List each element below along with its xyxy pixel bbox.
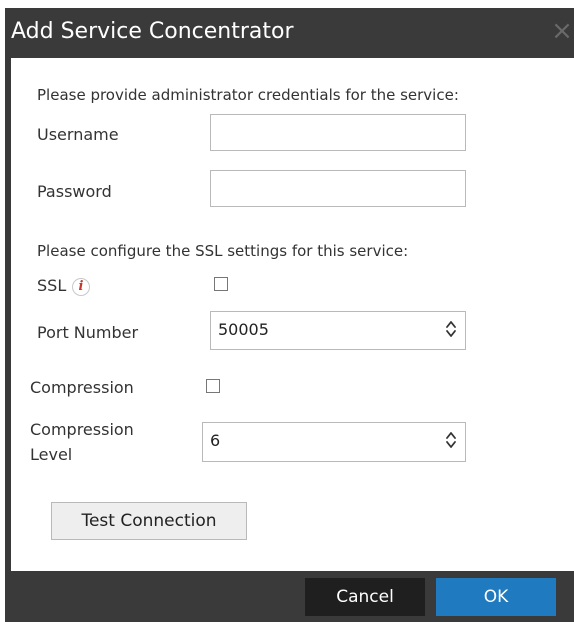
spinner-arrows-icon[interactable] <box>445 318 457 340</box>
info-icon[interactable]: i <box>72 278 90 296</box>
ok-button[interactable]: OK <box>436 578 556 616</box>
compression-checkbox[interactable] <box>206 379 220 393</box>
username-input[interactable] <box>210 114 466 151</box>
ssl-checkbox[interactable] <box>214 277 228 291</box>
dialog-content: Please provide administrator credentials… <box>11 58 574 571</box>
add-service-dialog: Add Service Concentrator × Please provid… <box>5 8 574 622</box>
port-number-label: Port Number <box>37 323 139 342</box>
username-label: Username <box>37 125 119 144</box>
close-icon[interactable]: × <box>550 16 574 46</box>
dialog-title: Add Service Concentrator <box>11 19 294 44</box>
compression-level-label-line2: Level <box>30 445 73 464</box>
password-input[interactable] <box>210 170 466 207</box>
compression-level-stepper[interactable]: 6 <box>202 422 466 462</box>
port-number-stepper[interactable]: 50005 <box>210 311 466 350</box>
password-label: Password <box>37 182 112 201</box>
dialog-footer: Cancel OK <box>5 571 574 622</box>
test-connection-button[interactable]: Test Connection <box>51 502 247 540</box>
compression-label: Compression <box>30 378 134 397</box>
credentials-intro: Please provide administrator credentials… <box>37 86 459 104</box>
dialog-titlebar: Add Service Concentrator × <box>5 8 574 58</box>
port-number-value: 50005 <box>218 320 269 339</box>
spinner-arrows-icon[interactable] <box>445 429 457 451</box>
ssl-label: SSL <box>37 276 67 295</box>
compression-level-label-line1: Compression <box>30 420 134 439</box>
compression-level-value: 6 <box>210 431 221 450</box>
cancel-button[interactable]: Cancel <box>305 578 425 616</box>
ssl-intro: Please configure the SSL settings for th… <box>37 242 409 260</box>
